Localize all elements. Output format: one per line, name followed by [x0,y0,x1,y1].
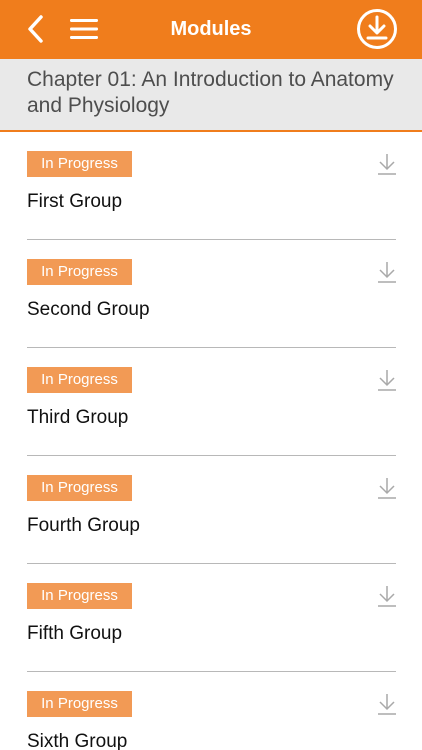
hamburger-menu-icon [70,19,98,39]
module-name: Second Group [27,299,150,320]
list-item[interactable]: In Progress Fifth Group [0,564,422,672]
chapter-title: Chapter 01: An Introduction to Anatomy a… [27,68,394,117]
module-name: Fifth Group [27,623,123,644]
list-item[interactable]: In Progress Second Group [0,240,422,348]
back-button[interactable] [20,12,50,46]
status-badge: In Progress [27,475,132,501]
chapter-header: Chapter 01: An Introduction to Anatomy a… [0,59,422,132]
download-icon[interactable] [376,692,398,716]
page-title: Modules [170,18,252,40]
status-badge: In Progress [27,259,132,285]
module-list: In Progress First Group In Progress Seco… [0,132,422,750]
chevron-left-icon [28,15,43,43]
download-circle-icon [357,9,397,49]
status-badge: In Progress [27,151,132,177]
menu-button[interactable] [66,12,102,46]
list-item[interactable]: In Progress First Group [0,132,422,240]
module-name: Third Group [27,407,129,428]
download-icon[interactable] [376,260,398,284]
list-item[interactable]: In Progress Third Group [0,348,422,456]
status-badge: In Progress [27,691,132,717]
module-name: Fourth Group [27,515,140,536]
navbar: Modules [0,0,422,59]
module-name: Sixth Group [27,731,128,750]
list-item[interactable]: In Progress Sixth Group [0,672,422,750]
status-badge: In Progress [27,367,132,393]
module-name: First Group [27,191,123,212]
download-icon[interactable] [376,584,398,608]
download-icon[interactable] [376,368,398,392]
download-icon[interactable] [376,152,398,176]
modules-screen: Modules Chapter 01: An Introduction to A… [0,0,422,750]
list-item[interactable]: In Progress Fourth Group [0,456,422,564]
download-icon[interactable] [376,476,398,500]
status-badge: In Progress [27,583,132,609]
download-all-button[interactable] [355,7,399,51]
